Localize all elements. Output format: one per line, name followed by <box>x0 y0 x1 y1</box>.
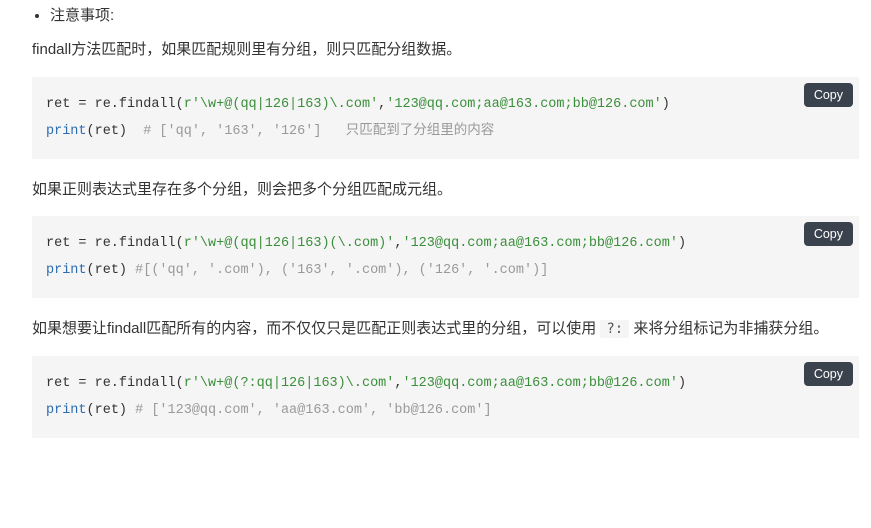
code-string: '123@qq.com;aa@163.com;bb@126.com' <box>386 97 661 112</box>
copy-button[interactable]: Copy <box>804 83 853 107</box>
code-func: print <box>46 263 87 278</box>
code-text: ret = re.findall( <box>46 236 184 251</box>
inline-code: ?: <box>600 320 629 338</box>
notes-heading: 注意事项: <box>50 4 859 25</box>
code-comment: # ['qq', '163', '126'] 只匹配到了分组里的内容 <box>143 124 494 139</box>
paragraph-1: findall方法匹配时，如果匹配规则里有分组，则只匹配分组数据。 <box>32 37 859 63</box>
code-block-1: Copy ret = re.findall(r'\w+@(qq|126|163)\… <box>32 77 859 159</box>
code-text: ) <box>678 376 686 391</box>
code-string: '123@qq.com;aa@163.com;bb@126.com' <box>402 236 677 251</box>
code-func: print <box>46 403 87 418</box>
code-text: (ret) <box>87 403 136 418</box>
code-text: ) <box>678 236 686 251</box>
code-text: ret = re.findall( <box>46 97 184 112</box>
paragraph-3-text-a: 如果想要让findall匹配所有的内容，而不仅仅只是匹配正则表达式里的分组，可以… <box>32 320 600 337</box>
code-comment: #[('qq', '.com'), ('163', '.com'), ('126… <box>135 263 548 278</box>
code-func: print <box>46 124 87 139</box>
paragraph-3-text-b: 来将分组标记为非捕获分组。 <box>629 320 828 337</box>
code-text: ret = re.findall( <box>46 376 184 391</box>
code-string: r'\w+@(?:qq|126|163)\.com' <box>184 376 395 391</box>
code-block-2: Copy ret = re.findall(r'\w+@(qq|126|163)(… <box>32 216 859 298</box>
copy-button[interactable]: Copy <box>804 362 853 386</box>
paragraph-3: 如果想要让findall匹配所有的内容，而不仅仅只是匹配正则表达式里的分组，可以… <box>32 316 859 342</box>
copy-button[interactable]: Copy <box>804 222 853 246</box>
notes-heading-text: 注意事项: <box>50 7 114 24</box>
document-body: 注意事项: findall方法匹配时，如果匹配规则里有分组，则只匹配分组数据。 … <box>0 0 871 468</box>
code-text: (ret) <box>87 263 136 278</box>
code-text: (ret) <box>87 124 144 139</box>
code-string: r'\w+@(qq|126|163)(\.com)' <box>184 236 395 251</box>
code-block-3: Copy ret = re.findall(r'\w+@(?:qq|126|163… <box>32 356 859 438</box>
paragraph-2: 如果正则表达式里存在多个分组，则会把多个分组匹配成元组。 <box>32 177 859 203</box>
code-comment: # ['123@qq.com', 'aa@163.com', 'bb@126.c… <box>135 403 491 418</box>
code-text: ) <box>662 97 670 112</box>
code-string: r'\w+@(qq|126|163)\.com' <box>184 97 378 112</box>
code-string: '123@qq.com;aa@163.com;bb@126.com' <box>402 376 677 391</box>
